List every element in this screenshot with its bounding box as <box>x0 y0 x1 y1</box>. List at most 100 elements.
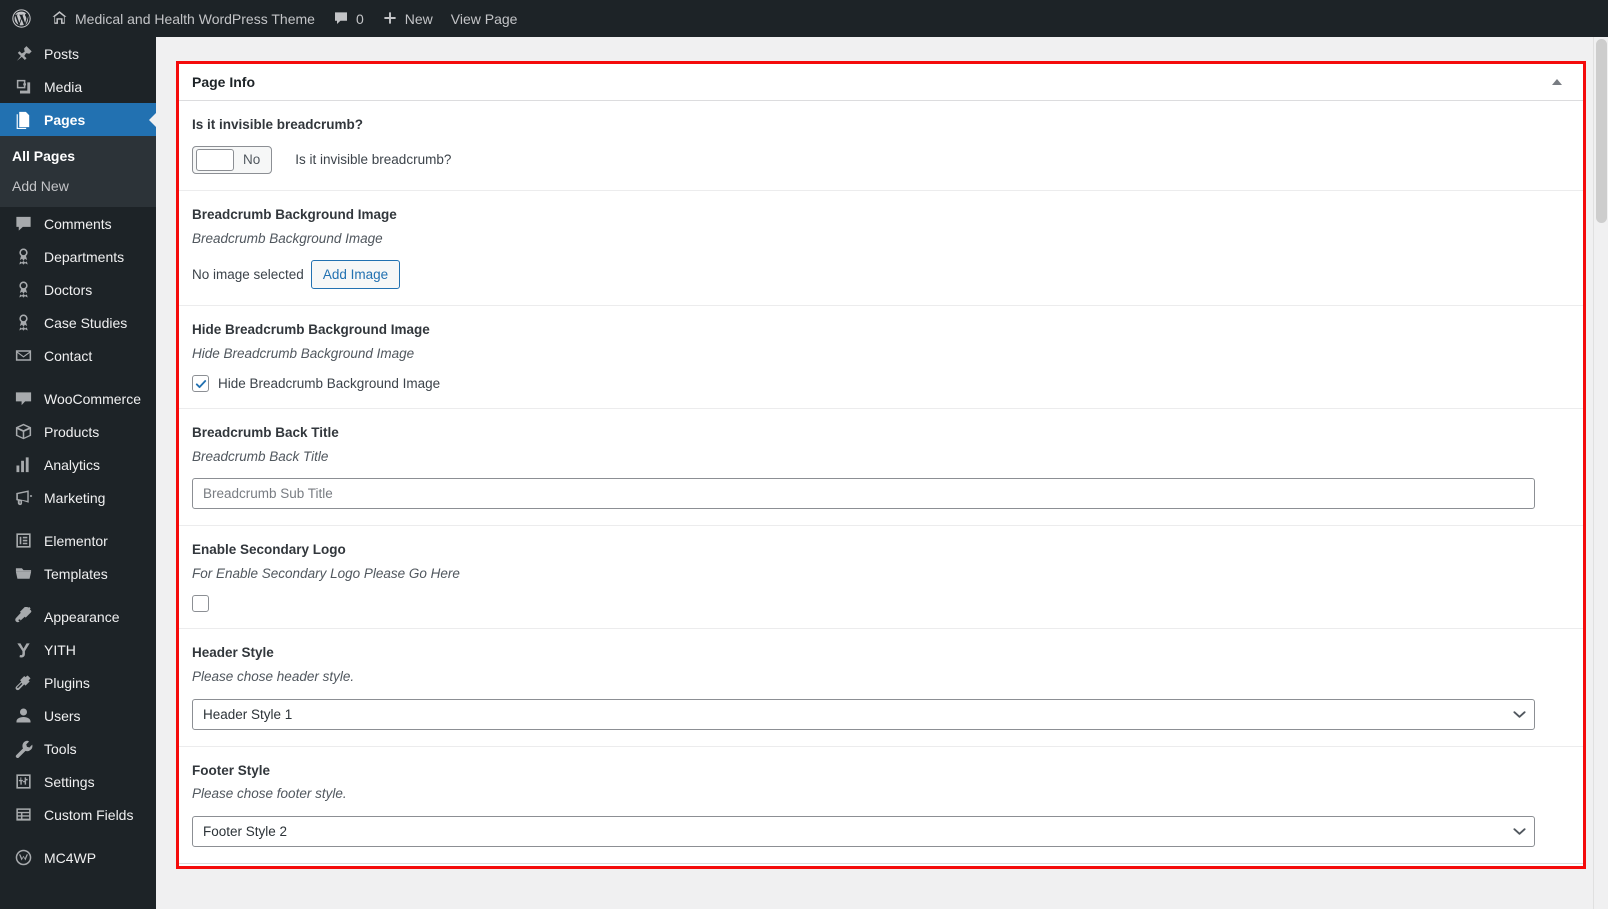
sidebar-item-label: Appearance <box>44 608 120 625</box>
enable-secondary-logo-checkbox[interactable] <box>192 595 209 613</box>
field-description: Breadcrumb Back Title <box>192 449 329 465</box>
sidebar-item-label: Departments <box>44 248 125 265</box>
page-info-postbox: Page Info Is it invisible breadcrumb? No <box>179 64 1583 866</box>
header-style-value: Header Style 1 <box>192 698 1535 730</box>
sidebar-item-posts[interactable]: Posts <box>0 37 156 70</box>
invisible-breadcrumb-toggle[interactable]: No <box>192 145 273 174</box>
sidebar-item-label: WooCommerce <box>44 390 141 407</box>
scrollbar-thumb[interactable] <box>1596 39 1607 223</box>
breadcrumb-back-title-input[interactable] <box>192 478 1535 510</box>
chevron-up-icon[interactable] <box>1543 68 1571 96</box>
media-icon <box>12 77 34 97</box>
admin-bar: Medical and Health WordPress Theme 0 New… <box>0 0 1608 37</box>
sidebar-item-contact[interactable]: Contact <box>0 339 156 372</box>
field-label: Header Style <box>192 645 274 661</box>
sidebar-item-case-studies[interactable]: Case Studies <box>0 306 156 339</box>
sidebar-item-departments[interactable]: Departments <box>0 240 156 273</box>
award-icon <box>12 280 34 300</box>
sidebar-item-yith[interactable]: YITH <box>0 633 156 666</box>
table-icon <box>12 805 34 825</box>
sidebar-item-marketing[interactable]: Marketing <box>0 481 156 514</box>
wordpress-logo-icon <box>11 8 32 29</box>
sidebar-submenu-item-all-pages[interactable]: All Pages <box>0 141 156 171</box>
box-icon <box>12 422 34 442</box>
folder-icon <box>12 564 34 584</box>
sidebar-item-media[interactable]: Media <box>0 70 156 103</box>
sidebar-item-label: YITH <box>44 641 76 658</box>
field-footer-style: Footer Style Please chose footer style. … <box>179 747 1583 864</box>
sidebar-item-analytics[interactable]: Analytics <box>0 448 156 481</box>
field-label: Is it invisible breadcrumb? <box>192 117 364 132</box>
field-description: Please chose footer style. <box>192 786 347 802</box>
sidebar-item-custom-fields[interactable]: Custom Fields <box>0 798 156 831</box>
sidebar-item-appearance[interactable]: Appearance <box>0 600 156 633</box>
sidebar-item-label: Settings <box>44 773 95 790</box>
view-page-menu[interactable]: View Page <box>442 0 527 37</box>
site-name-label: Medical and Health WordPress Theme <box>75 10 315 27</box>
award-icon <box>12 247 34 267</box>
sidebar-item-settings[interactable]: Settings <box>0 765 156 798</box>
sidebar-item-plugins[interactable]: Plugins <box>0 666 156 699</box>
sidebar-item-woocommerce[interactable]: WooCommerce <box>0 382 156 415</box>
comments-count: 0 <box>355 10 364 27</box>
sidebar-item-tools[interactable]: Tools <box>0 732 156 765</box>
sidebar-item-users[interactable]: Users <box>0 699 156 732</box>
no-image-selected-text: No image selected <box>192 267 304 283</box>
header-style-select[interactable]: Header Style 1 <box>192 698 1535 730</box>
comments-menu[interactable]: 0 <box>324 0 373 37</box>
page-info-metabox-highlight: Page Info Is it invisible breadcrumb? No <box>176 61 1586 869</box>
admin-sidebar-menu: Posts Media Pages All Pages Add New Comments D… <box>0 37 156 909</box>
paintbrush-icon <box>12 607 34 627</box>
sidebar-separator <box>0 514 156 524</box>
wrench-icon <box>12 739 34 759</box>
bar-chart-icon <box>12 455 34 475</box>
sidebar-item-label: MC4WP <box>44 849 97 866</box>
field-description: For Enable Secondary Logo Please Go Here <box>192 566 460 582</box>
hide-breadcrumb-background-checkbox[interactable] <box>192 375 209 393</box>
field-description: Please chose header style. <box>192 669 355 685</box>
sidebar-item-mc4wp[interactable]: MC4WP <box>0 841 156 874</box>
sidebar-item-products[interactable]: Products <box>0 415 156 448</box>
sidebar-item-label: Tools <box>44 740 77 757</box>
view-page-label: View Page <box>450 10 518 27</box>
page-scrollbar[interactable] <box>1593 37 1608 909</box>
pin-icon <box>12 44 34 64</box>
toggle-side-label: Is it invisible breadcrumb? <box>295 152 452 168</box>
sidebar-item-label: Marketing <box>44 489 106 506</box>
sidebar-item-label: Comments <box>44 215 112 232</box>
footer-style-value: Footer Style 2 <box>192 815 1535 847</box>
site-name-menu[interactable]: Medical and Health WordPress Theme <box>42 0 324 37</box>
sidebar-item-pages[interactable]: Pages <box>0 103 156 136</box>
sidebar-item-label: Custom Fields <box>44 806 134 823</box>
sidebar-submenu-item-add-new[interactable]: Add New <box>0 171 156 201</box>
field-header-style: Header Style Please chose header style. … <box>179 629 1583 747</box>
field-breadcrumb-back-title: Breadcrumb Back Title Breadcrumb Back Ti… <box>179 409 1583 527</box>
sidebar-separator <box>0 372 156 382</box>
toggle-knob <box>196 148 234 171</box>
sidebar-item-comments[interactable]: Comments <box>0 207 156 240</box>
sidebar-item-label: Templates <box>44 565 108 582</box>
sidebar-item-templates[interactable]: Templates <box>0 557 156 590</box>
sidebar-item-label: Plugins <box>44 674 90 691</box>
pages-icon <box>12 110 34 130</box>
sliders-icon <box>12 772 34 792</box>
footer-style-select[interactable]: Footer Style 2 <box>192 815 1535 847</box>
plug-icon <box>12 673 34 693</box>
add-image-button[interactable]: Add Image <box>310 260 401 290</box>
wordpress-logo-menu[interactable] <box>0 0 42 37</box>
plus-icon <box>382 10 398 28</box>
toggle-state-label: No <box>243 152 261 168</box>
sidebar-submenu-pages: All Pages Add New <box>0 136 156 208</box>
sidebar-separator <box>0 590 156 600</box>
sidebar-item-doctors[interactable]: Doctors <box>0 273 156 306</box>
field-description: Breadcrumb Background Image <box>192 230 383 246</box>
sidebar-item-label: Pages <box>44 111 86 128</box>
main-content-area: Page Info Is it invisible breadcrumb? No <box>156 37 1608 909</box>
field-breadcrumb-background-image: Breadcrumb Background Image Breadcrumb B… <box>179 191 1583 307</box>
postbox-header[interactable]: Page Info <box>179 64 1583 101</box>
mc4wp-icon <box>12 848 34 868</box>
new-content-menu[interactable]: New <box>373 0 442 37</box>
sidebar-item-elementor[interactable]: Elementor <box>0 524 156 557</box>
field-label: Hide Breadcrumb Background Image <box>192 322 430 338</box>
elementor-icon <box>12 531 34 551</box>
